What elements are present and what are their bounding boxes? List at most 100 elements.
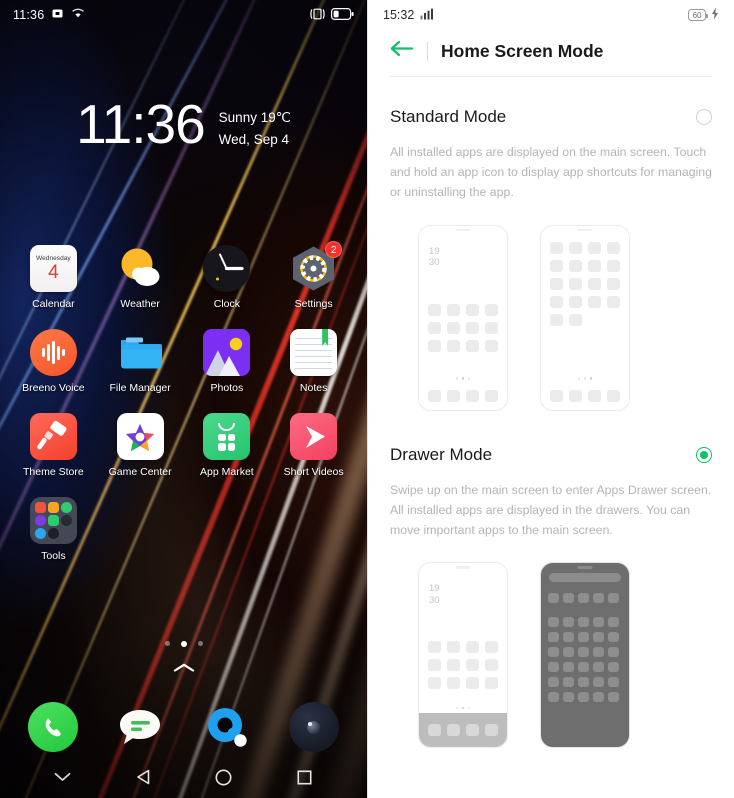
- recents-square-icon[interactable]: [285, 757, 325, 797]
- drawer-search-bar: [549, 573, 621, 583]
- page-title: Home Screen Mode: [441, 40, 604, 61]
- app-label: Calendar: [32, 298, 75, 310]
- app-notes[interactable]: Notes: [270, 329, 357, 394]
- app-label: Short Videos: [283, 466, 344, 478]
- drawer-mode-previews: 19 30: [390, 540, 712, 749]
- dock-messages[interactable]: [97, 702, 184, 752]
- app-theme-store[interactable]: Theme Store: [10, 413, 97, 478]
- page-indicator[interactable]: [0, 641, 367, 647]
- app-row: Theme Store Game Center App Market Short…: [0, 413, 367, 478]
- swipe-up-indicator[interactable]: [0, 663, 367, 672]
- short-videos-icon: [290, 413, 338, 460]
- notch: [577, 228, 593, 231]
- app-row: Breeno Voice File Manager Photos Notes: [0, 329, 367, 394]
- phone-home-screen: 11:36 11:36 Sunny 19℃ Wed, Sep 4 Wednesd…: [0, 0, 367, 798]
- app-short-videos[interactable]: Short Videos: [270, 413, 357, 478]
- dock-phone[interactable]: [10, 702, 97, 752]
- signal-bars-icon: [420, 8, 436, 23]
- app-game-center[interactable]: Game Center: [97, 413, 184, 478]
- split-screen-icon: [310, 8, 325, 23]
- notch: [577, 566, 593, 569]
- app-market-icon: [203, 413, 251, 460]
- section-drawer-mode[interactable]: Drawer Mode Swipe up on the main screen …: [368, 411, 734, 749]
- preview-main-screen: 19 30: [418, 562, 508, 749]
- app-market[interactable]: App Market: [184, 413, 271, 478]
- folder-icon: [117, 329, 164, 376]
- dock: [0, 702, 367, 752]
- app-settings[interactable]: 2 Settings: [270, 241, 357, 310]
- game-center-icon: [116, 413, 164, 460]
- battery-indicator: 60: [688, 9, 708, 21]
- smile-arc: [218, 422, 236, 431]
- date-label: Wed, Sep 4: [218, 132, 289, 148]
- clock-time: 11:36: [76, 93, 206, 155]
- app-label: App Market: [200, 466, 254, 478]
- app-clock[interactable]: Clock: [184, 245, 271, 310]
- weather-icon: [117, 245, 164, 292]
- header-divider: [427, 41, 428, 61]
- preview-main-screen: 19 30: [418, 224, 508, 411]
- back-arrow-icon[interactable]: [390, 40, 414, 62]
- app-breeno-voice[interactable]: Breeno Voice: [10, 329, 97, 394]
- notification-badge: 2: [325, 241, 343, 258]
- calendar-icon: Wednesday 4: [29, 245, 77, 292]
- lock-screen-clock-widget: 11:36 Sunny 19℃ Wed, Sep 4: [0, 93, 367, 155]
- voice-assistant-icon: [29, 329, 77, 376]
- mode-title: Standard Mode: [390, 107, 507, 126]
- dock-camera[interactable]: [270, 702, 357, 752]
- status-bar: 11:36: [0, 0, 367, 30]
- app-label: Weather: [120, 298, 160, 310]
- home-circle-icon[interactable]: [204, 757, 244, 797]
- app-file-manager[interactable]: File Manager: [97, 329, 184, 394]
- page-dot[interactable]: [197, 641, 203, 646]
- message-icon: [115, 702, 165, 752]
- app-weather[interactable]: Weather: [97, 245, 184, 310]
- preview-apps-drawer: [540, 562, 630, 749]
- page-dot-active[interactable]: [180, 641, 187, 647]
- radio-standard-mode[interactable]: [696, 109, 712, 125]
- page-header: Home Screen Mode: [368, 30, 734, 76]
- app-label: Settings: [294, 298, 333, 310]
- app-label: Theme Store: [23, 466, 84, 478]
- notes-icon: [290, 329, 338, 376]
- charging-bolt-icon: [711, 7, 719, 23]
- app-calendar[interactable]: Wednesday 4 Calendar: [10, 245, 97, 310]
- theme-store-icon: [29, 413, 77, 460]
- app-row: Wednesday 4 Calendar Weather Clock 2 Set…: [0, 241, 367, 310]
- app-label: Photos: [210, 382, 244, 394]
- folder-tools[interactable]: Tools: [10, 497, 97, 562]
- preview-clock-widget: 19 30: [429, 245, 440, 268]
- vibrate-icon: [51, 7, 64, 23]
- phone-icon: [28, 702, 79, 752]
- app-grid: Wednesday 4 Calendar Weather Clock 2 Set…: [0, 241, 367, 581]
- mode-description: Swipe up on the main screen to enter App…: [390, 482, 712, 537]
- dual-screenshot-container: 11:36 11:36 Sunny 19℃ Wed, Sep 4 Wednesd…: [0, 0, 734, 798]
- dock-browser[interactable]: [184, 702, 271, 752]
- camera-icon: [288, 702, 339, 752]
- notch: [455, 228, 471, 231]
- app-label: Clock: [213, 298, 240, 310]
- app-photos[interactable]: Photos: [184, 329, 271, 394]
- chevron-down-icon[interactable]: [42, 757, 82, 797]
- app-row: Tools: [0, 497, 367, 562]
- battery-icon: [331, 7, 354, 23]
- app-label: Game Center: [108, 466, 172, 478]
- app-label: Notes: [299, 382, 328, 394]
- settings-home-screen-mode-page: 15:32 60 Home Screen Mode Standard Mode …: [367, 0, 734, 798]
- preview-dock-bar: [419, 713, 507, 748]
- app-label: Tools: [41, 550, 66, 562]
- preview-second-page: [540, 224, 630, 411]
- section-standard-mode[interactable]: Standard Mode All installed apps are dis…: [368, 77, 734, 411]
- settings-icon: 2: [290, 241, 343, 292]
- status-bar-time: 15:32: [383, 8, 415, 22]
- radio-drawer-mode[interactable]: [696, 446, 712, 463]
- folder-tools-icon: [29, 497, 77, 544]
- back-triangle-icon[interactable]: [123, 757, 163, 797]
- wifi-icon: [71, 8, 85, 22]
- navigation-bar: [0, 756, 367, 798]
- page-dot[interactable]: [164, 641, 170, 646]
- calendar-dow: Wednesday: [36, 255, 71, 262]
- status-bar-time: 11:36: [13, 8, 45, 22]
- mode-title: Drawer Mode: [390, 444, 493, 464]
- browser-icon: [202, 702, 252, 752]
